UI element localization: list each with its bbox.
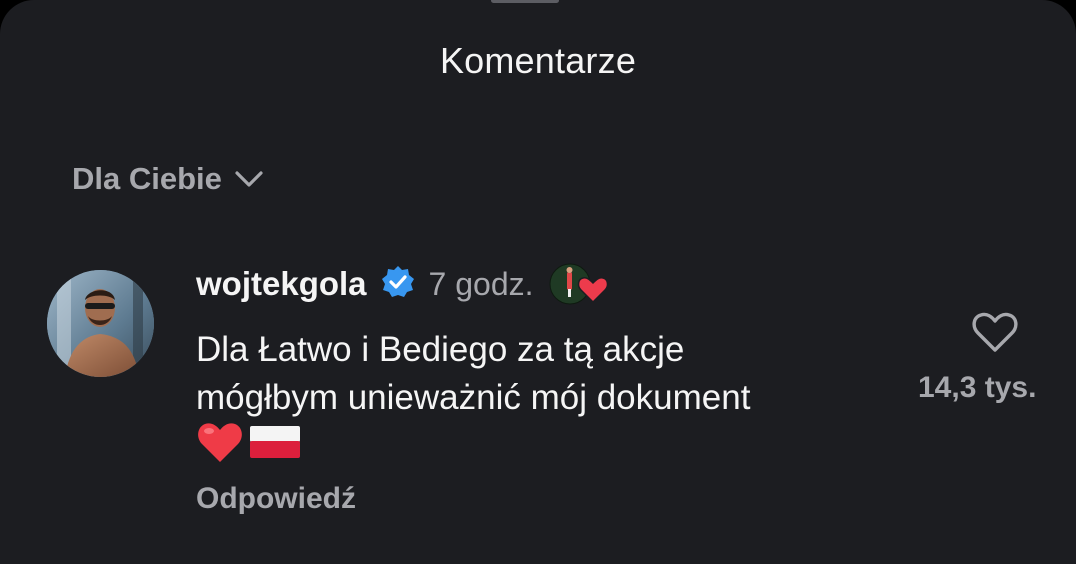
comment-text-line: Dla Łatwo i Bediego za tą akcje (196, 330, 685, 369)
like-button[interactable] (970, 310, 1020, 354)
poland-flag-emoji (250, 426, 300, 458)
chevron-down-icon (235, 171, 263, 187)
comments-sheet: Komentarze Dla Ciebie wojtekgola 7 godz.… (0, 0, 1076, 564)
verified-badge-icon (381, 265, 415, 304)
username[interactable]: wojtekgola (196, 265, 367, 303)
comment-time: 7 godz. (428, 265, 534, 302)
sort-filter-label: Dla Ciebie (72, 161, 222, 196)
heart-outline-icon (972, 312, 1018, 352)
comment-header: wojtekgola 7 godz. (196, 262, 608, 306)
red-heart-emoji (198, 423, 242, 462)
comment-text-line: mógłbym unieważnić mój dokument (196, 378, 751, 417)
avatar[interactable] (47, 270, 154, 377)
reply-button[interactable]: Odpowiedź (196, 482, 356, 516)
drag-handle[interactable] (491, 0, 559, 3)
creator-liked-heart-icon (548, 262, 608, 306)
sort-filter-dropdown[interactable]: Dla Ciebie (72, 161, 264, 197)
like-count: 14,3 tys. (918, 371, 1037, 404)
comment-emojis (196, 420, 302, 464)
comment-text: Dla Łatwo i Bediego za tą akcje mógłbym … (196, 326, 906, 422)
sheet-title: Komentarze (439, 40, 637, 81)
avatar-photo (47, 270, 154, 377)
